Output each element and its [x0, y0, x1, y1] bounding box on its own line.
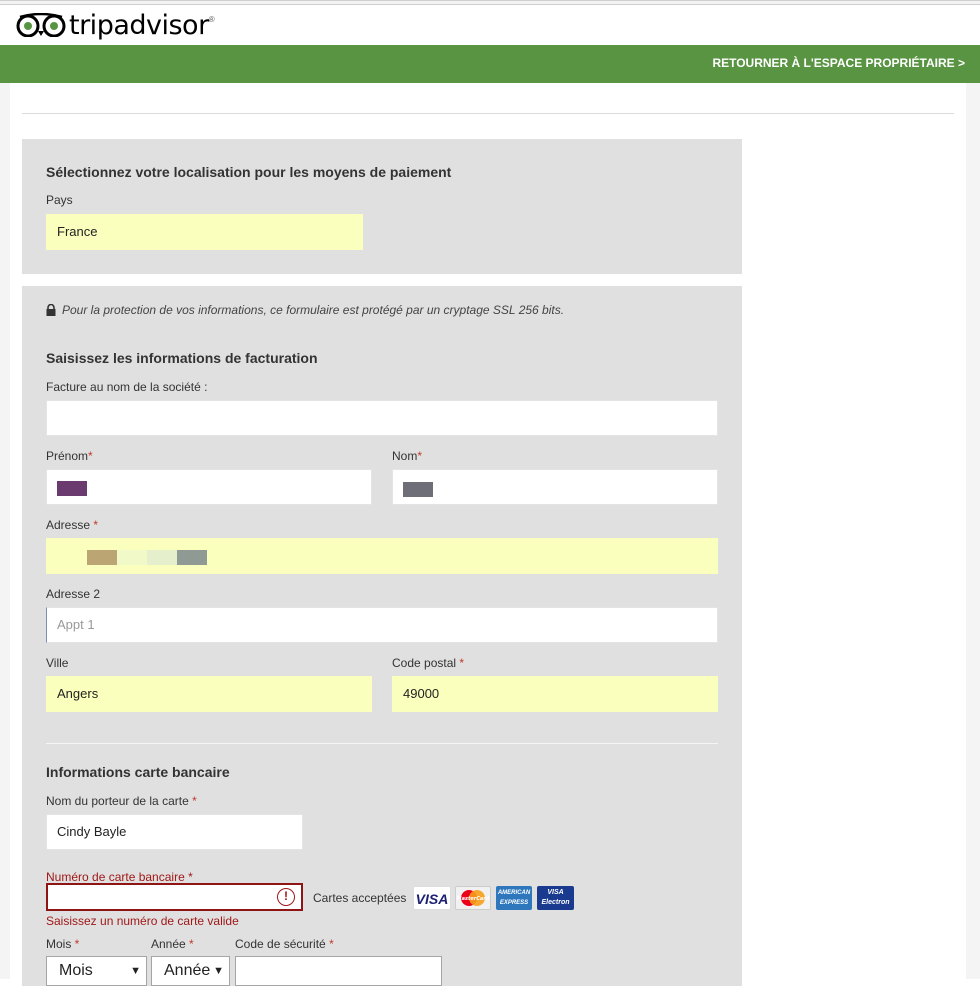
required-mark: * [329, 937, 334, 951]
card-title: Informations carte bancaire [46, 764, 230, 780]
month-select-value: Mois [59, 962, 93, 979]
year-label-text: Année [151, 937, 190, 951]
error-icon: ! [277, 888, 295, 906]
company-label: Facture au nom de la société : [46, 380, 208, 394]
security-code-label: Code de sécurité * [235, 937, 334, 951]
visa-electron-logo: VISA Electron [537, 886, 574, 910]
postal-code-value: 49000 [403, 686, 440, 701]
city-value: Angers [57, 686, 99, 701]
card-holder-value: Cindy Bayle [57, 824, 127, 839]
security-code-input[interactable] [235, 956, 442, 986]
address-input[interactable] [46, 538, 718, 574]
brand-wordmark: tripadvisor [69, 9, 209, 41]
company-input[interactable] [46, 400, 718, 436]
address-label-text: Adresse [46, 518, 94, 532]
redacted-lastname [403, 482, 433, 497]
owner-nav-bar: RETOURNER À L'ESPACE PROPRIÉTAIRE > [0, 45, 980, 83]
month-label-text: Mois [46, 937, 75, 951]
content-divider [22, 113, 954, 114]
amex-logo: AMERICAN EXPRESS [496, 886, 532, 910]
redacted-address-part [117, 550, 147, 565]
lastname-label: Nom* [392, 449, 422, 463]
mastercard-logo: MasterCard [455, 886, 491, 910]
required-mark: * [192, 794, 197, 808]
postal-label: Code postal * [392, 656, 464, 670]
postal-code-input[interactable]: 49000 [392, 676, 718, 712]
page-gutter-left [0, 83, 10, 979]
card-holder-label-text: Nom du porteur de la carte [46, 794, 193, 808]
country-label: Pays [46, 193, 73, 207]
security-code-label-text: Code de sécurité [235, 937, 330, 951]
card-number-error: Saisissez un numéro de carte valide [46, 914, 239, 928]
required-mark: * [88, 449, 93, 463]
required-mark: * [188, 870, 193, 884]
mastercard-logo-text: MasterCard [457, 896, 490, 902]
address2-placeholder: Appt 1 [57, 617, 95, 632]
year-select[interactable]: Année ▼ [151, 956, 230, 986]
card-number-input[interactable]: ! [46, 883, 303, 911]
postal-label-text: Code postal [392, 656, 460, 670]
tripadvisor-logo[interactable]: tripadvisor ® [15, 9, 215, 41]
accepted-cards-label: Cartes acceptées [313, 891, 407, 905]
site-header: tripadvisor ® [0, 5, 980, 45]
firstname-label: Prénom* [46, 449, 93, 463]
required-mark: * [74, 937, 80, 951]
redacted-firstname [57, 481, 87, 496]
address-label: Adresse * [46, 518, 98, 532]
card-number-label-text: Numéro de carte bancaire [46, 870, 189, 884]
lastname-input[interactable] [392, 469, 718, 505]
month-label: Mois * [46, 937, 79, 951]
dropdown-arrow-icon: ▼ [130, 965, 141, 977]
redacted-address-part [87, 550, 117, 565]
firstname-label-text: Prénom [46, 449, 89, 463]
firstname-input[interactable] [46, 469, 372, 505]
address2-input[interactable]: Appt 1 [46, 607, 718, 643]
year-select-value: Année [164, 962, 211, 979]
address2-label: Adresse 2 [46, 587, 101, 601]
country-value: France [57, 224, 98, 239]
redacted-address-part [177, 550, 207, 565]
required-mark: * [459, 656, 465, 670]
city-label: Ville [46, 656, 69, 670]
city-input[interactable]: Angers [46, 676, 372, 712]
visa-logo: VISA [413, 886, 451, 910]
section-divider [46, 743, 718, 744]
redacted-address-part [147, 550, 177, 565]
page-gutter-right [966, 83, 980, 979]
lastname-label-text: Nom [392, 449, 418, 463]
card-holder-label: Nom du porteur de la carte * [46, 794, 197, 808]
billing-panel: Pour la protection de vos informations, … [22, 286, 742, 986]
card-holder-input[interactable]: Cindy Bayle [46, 814, 303, 850]
required-mark: * [189, 937, 194, 951]
back-to-owner-space-link[interactable]: RETOURNER À L'ESPACE PROPRIÉTAIRE > [712, 56, 965, 70]
owl-eyes-icon [16, 13, 66, 37]
mastercard-icon: MasterCard [457, 890, 490, 906]
required-mark: * [93, 518, 99, 532]
ssl-note: Pour la protection de vos informations, … [46, 303, 564, 317]
dropdown-arrow-icon: ▼ [213, 965, 224, 977]
required-mark: * [417, 449, 423, 463]
month-select[interactable]: Mois ▼ [46, 956, 147, 986]
registered-mark: ® [208, 15, 215, 24]
card-number-label: Numéro de carte bancaire * [46, 870, 193, 884]
billing-title: Saisissez les informations de facturatio… [46, 350, 318, 366]
year-label: Année * [151, 937, 194, 951]
ssl-note-text: Pour la protection de vos informations, … [62, 303, 565, 317]
lock-icon [46, 304, 56, 316]
country-select[interactable]: France [46, 214, 363, 250]
location-panel: Sélectionnez votre localisation pour les… [22, 139, 742, 274]
location-title: Sélectionnez votre localisation pour les… [46, 164, 452, 180]
